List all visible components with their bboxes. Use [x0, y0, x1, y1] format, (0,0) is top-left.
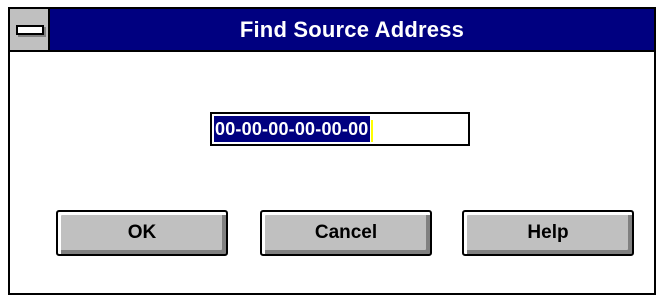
- system-menu-button[interactable]: [10, 9, 50, 50]
- title-bar[interactable]: Find Source Address: [10, 9, 654, 52]
- dialog-title: Find Source Address: [239, 17, 465, 42]
- help-button[interactable]: Help: [462, 210, 634, 256]
- source-address-value: 00-00-00-00-00-00: [214, 116, 370, 142]
- ok-button[interactable]: OK: [56, 210, 228, 256]
- source-address-input[interactable]: 00-00-00-00-00-00: [210, 112, 470, 146]
- cancel-button[interactable]: Cancel: [260, 210, 432, 256]
- system-menu-bar-icon: [16, 25, 44, 35]
- text-caret: [370, 119, 373, 142]
- find-source-address-dialog: Find Source Address 00-00-00-00-00-00 OK…: [8, 7, 656, 295]
